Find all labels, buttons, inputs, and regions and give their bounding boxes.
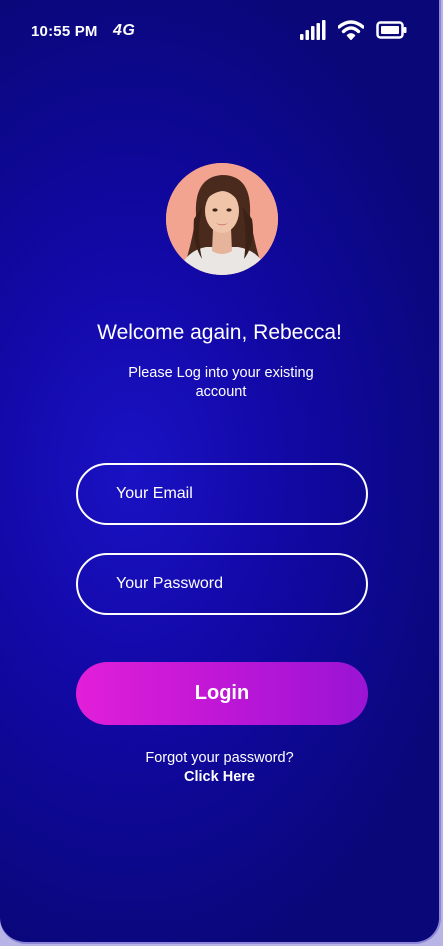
status-icons [300,20,407,40]
password-input[interactable] [116,575,366,593]
welcome-heading: Welcome again, Rebecca! [97,321,342,344]
email-input[interactable] [116,485,366,503]
password-field[interactable] [76,553,368,615]
click-here-link[interactable]: Click Here [0,769,439,785]
phone-screen: 10:55 PM 4G Welcome again, Rebecca! Plea… [0,0,441,944]
status-time: 10:55 PM [31,23,98,40]
wifi-icon [338,20,364,40]
login-button[interactable]: Login [76,662,368,725]
status-bar: 10:55 PM 4G [0,0,439,64]
signal-icon [300,20,326,40]
network-type: 4G [113,22,136,39]
battery-icon [376,21,407,39]
email-field[interactable] [76,463,368,525]
login-subtitle: Please Log into your existing account [128,365,314,400]
forgot-password-text: Forgot your password? [145,750,294,766]
avatar [166,163,278,275]
